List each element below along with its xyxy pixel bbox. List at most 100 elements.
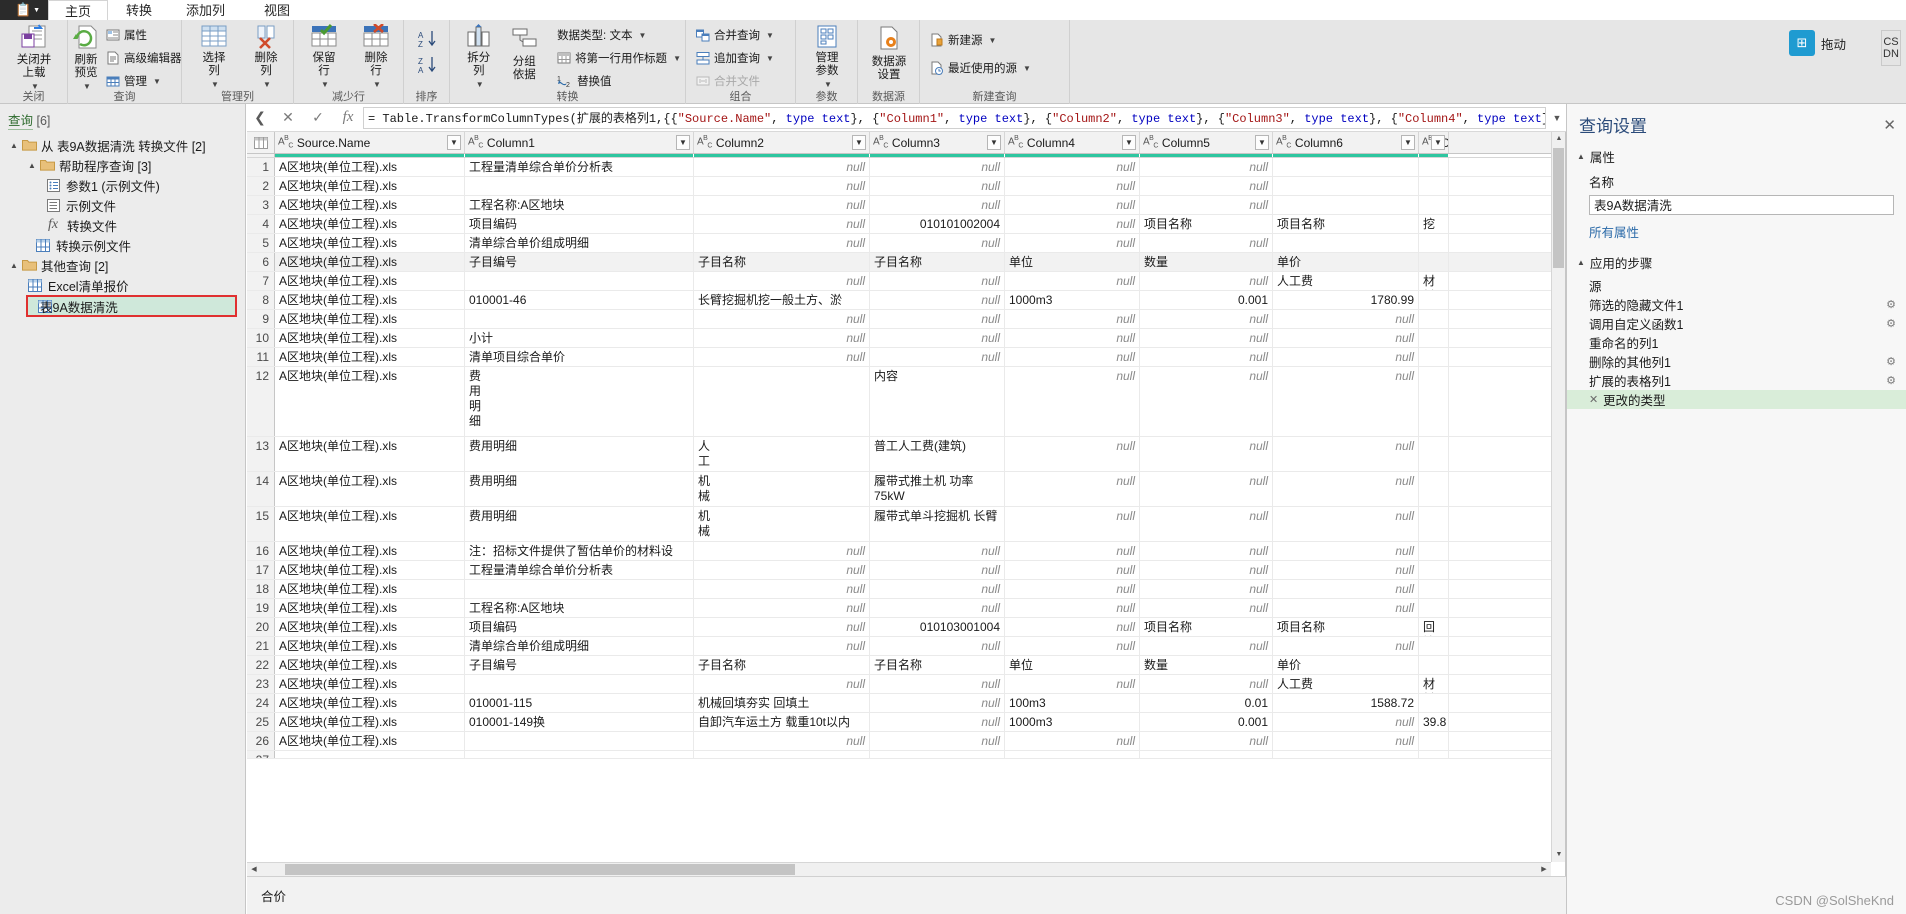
table-cell[interactable]: null [694, 215, 870, 233]
gear-icon[interactable]: ⚙ [1886, 298, 1896, 311]
query-item-parameter1[interactable]: 参数1 (示例文件) [0, 175, 245, 195]
table-cell[interactable]: 长臂挖掘机挖一般土方、淤泥、流砂 … [694, 291, 870, 309]
chevron-down-icon[interactable]: ▼ [153, 77, 161, 86]
table-cell[interactable]: null [1273, 580, 1419, 598]
chevron-down-icon[interactable]: ▼ [1023, 64, 1031, 73]
expand-formula-icon[interactable]: ▼ [1548, 113, 1566, 123]
applied-step-item[interactable]: 删除的其他列1 ⚙ [1567, 352, 1906, 371]
table-row[interactable]: 19 A区地块(单位工程).xls 工程名称:A区地块 null null null nul… [247, 599, 1565, 618]
applied-step-item[interactable]: 重命名的列1 [1567, 333, 1906, 352]
gear-icon[interactable]: ⚙ [1886, 374, 1896, 387]
keep-rows-button[interactable]: 保留 行 ▼ [298, 20, 350, 89]
table-cell[interactable] [465, 751, 694, 758]
column-filter-dropdown-icon[interactable]: ▼ [1401, 135, 1415, 150]
tab-add-column[interactable]: 添加列 [172, 0, 239, 22]
table-cell[interactable] [1419, 599, 1449, 617]
table-cell[interactable]: null [870, 348, 1005, 366]
query-name-input[interactable]: 表9A数据清洗 [1589, 195, 1894, 215]
table-cell[interactable]: 1588.72 [1273, 694, 1419, 712]
table-row[interactable]: 10 A区地块(单位工程).xls 小计 null null null null null [247, 329, 1565, 348]
sort-descending-button[interactable]: Z A [414, 55, 442, 75]
expander-icon[interactable]: ▲ [26, 161, 38, 170]
table-row[interactable]: 13 A区地块(单位工程).xls 费用明细人 工普工人工费(建筑) null null… [247, 437, 1565, 472]
table-cell[interactable]: null [1273, 637, 1419, 655]
formula-input[interactable]: = Table.TransformColumnTypes(扩展的表格列1,{{"… [363, 106, 1546, 129]
table-cell[interactable]: null [1005, 234, 1140, 252]
table-cell[interactable]: 费用明细 [465, 437, 694, 471]
table-cell[interactable]: null [1005, 310, 1140, 328]
table-cell[interactable]: null [1140, 507, 1273, 541]
table-row[interactable]: 15 A区地块(单位工程).xls 费用明细机 械履带式单斗挖掘机 长臂 null nu… [247, 507, 1565, 542]
table-cell[interactable]: null [1140, 637, 1273, 655]
table-cell[interactable] [1419, 542, 1449, 560]
table-cell[interactable]: A区地块(单位工程).xls [275, 329, 465, 347]
table-cell[interactable]: null [1005, 367, 1140, 436]
table-cell[interactable]: 010101002004 [870, 215, 1005, 233]
table-cell[interactable]: null [694, 637, 870, 655]
table-cell[interactable]: null [870, 177, 1005, 195]
table-cell[interactable]: 清单综合单价组成明细 [465, 637, 694, 655]
merge-queries-button[interactable]: 合并查询 ▼ [692, 25, 778, 45]
table-cell[interactable]: 小计 [465, 329, 694, 347]
table-cell[interactable]: 费用明细 [465, 472, 694, 506]
table-row[interactable]: 8A区地块(单位工程).xls010001-46长臂挖掘机挖一般土方、淤泥、流砂… [247, 291, 1565, 310]
table-cell[interactable]: A区地块(单位工程).xls [275, 580, 465, 598]
table-cell[interactable]: 项目名称 [1140, 215, 1273, 233]
table-cell[interactable]: 单位 [1005, 656, 1140, 674]
table-cell[interactable]: A区地块(单位工程).xls [275, 732, 465, 750]
manage-parameters-button[interactable]: 管理 参数 ▼ [801, 20, 853, 89]
table-cell[interactable]: 回填 [1419, 618, 1449, 636]
table-cell[interactable]: null [694, 158, 870, 176]
table-cell[interactable]: A区地块(单位工程).xls [275, 348, 465, 366]
table-cell[interactable]: null [694, 310, 870, 328]
table-row[interactable]: 3 A区地块(单位工程).xls 工程名称:A区地块 null null null null [247, 196, 1565, 215]
table-cell[interactable]: A区地块(单位工程).xls [275, 215, 465, 233]
table-cell[interactable]: 人 工 [694, 437, 870, 471]
table-cell[interactable]: null [870, 580, 1005, 598]
table-cell[interactable]: 履带式推土机 功率75kW [870, 472, 1005, 506]
table-cell[interactable]: null [1140, 542, 1273, 560]
table-row[interactable]: 6 A区地块(单位工程).xls 子目编号 子目名称 子目名称 单位 数量 单价 [247, 253, 1565, 272]
table-row[interactable]: 1 A区地块(单位工程).xls 工程量清单综合单价分析表 null null null n… [247, 158, 1565, 177]
query-item-sample-file[interactable]: 示例文件 [0, 195, 245, 215]
table-cell[interactable]: 项目名称 [1273, 215, 1419, 233]
tab-transform[interactable]: 转换 [112, 0, 166, 22]
table-cell[interactable] [1273, 177, 1419, 195]
table-row[interactable]: 18 A区地块(单位工程).xls null null null null null [247, 580, 1565, 599]
table-cell[interactable]: 机械回填夯实 回填土 [694, 694, 870, 712]
table-cell[interactable]: null [1005, 196, 1140, 214]
table-cell[interactable]: 费 用 明 细 [465, 367, 694, 436]
refresh-preview-button[interactable]: 刷新 预览 ▼ [72, 20, 100, 91]
table-cell[interactable]: 机 械 [694, 507, 870, 541]
expander-icon[interactable]: ▲ [8, 261, 20, 270]
table-cell[interactable] [1419, 507, 1449, 541]
table-cell[interactable]: 1780.99 [1273, 291, 1419, 309]
table-cell[interactable]: null [694, 348, 870, 366]
table-cell[interactable]: null [1005, 348, 1140, 366]
table-row[interactable]: 9 A区地块(单位工程).xls null null null null null [247, 310, 1565, 329]
table-row[interactable]: 14 A区地块(单位工程).xls 费用明细机 械履带式推土机 功率75kW null… [247, 472, 1565, 507]
applied-step-item[interactable]: 调用自定义函数1 ⚙ [1567, 314, 1906, 333]
table-cell[interactable]: null [1005, 158, 1140, 176]
table-cell[interactable] [1419, 177, 1449, 195]
applied-step-item[interactable]: ✕ 更改的类型 [1567, 390, 1906, 409]
column-header-column4[interactable]: ABC Column4 ▼ [1005, 132, 1140, 153]
expander-icon[interactable]: ▲ [1577, 152, 1585, 161]
table-cell[interactable] [1419, 472, 1449, 506]
table-cell[interactable]: A区地块(单位工程).xls [275, 234, 465, 252]
chevron-down-icon[interactable]: ▼ [673, 54, 681, 63]
table-cell[interactable]: 人工费 [1273, 272, 1419, 290]
recent-sources-button[interactable]: 最近使用的源 ▼ [926, 58, 1035, 78]
table-cell[interactable]: null [870, 196, 1005, 214]
gear-icon[interactable]: ⚙ [1886, 317, 1896, 330]
table-cell[interactable]: null [694, 732, 870, 750]
table-cell[interactable]: 子目编号 [465, 656, 694, 674]
table-cell[interactable]: A区地块(单位工程).xls [275, 542, 465, 560]
column-filter-dropdown-icon[interactable]: ▼ [987, 135, 1001, 150]
table-cell[interactable] [870, 751, 1005, 758]
table-cell[interactable]: A区地块(单位工程).xls [275, 507, 465, 541]
table-cell[interactable] [1419, 234, 1449, 252]
table-cell[interactable] [1419, 437, 1449, 471]
table-cell[interactable] [1419, 732, 1449, 750]
column-header-col[interactable]: ABCCol▼ [1419, 132, 1449, 153]
